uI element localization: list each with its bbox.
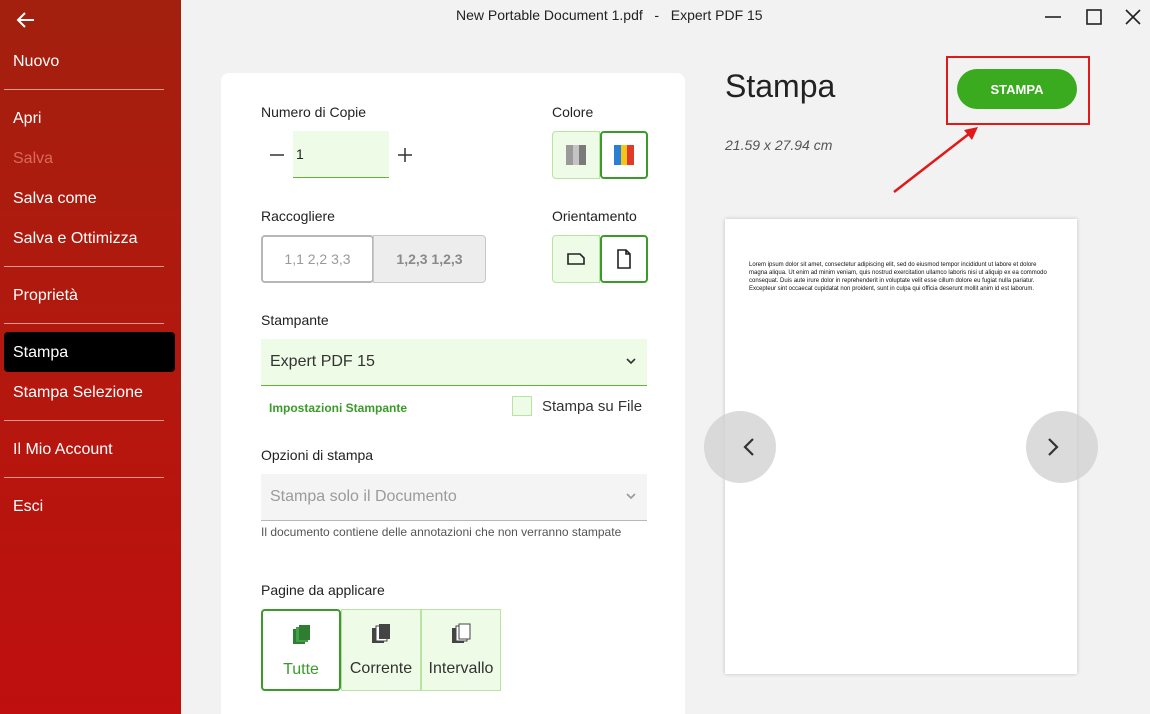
- grayscale-icon: [566, 145, 586, 165]
- portrait-button[interactable]: [600, 235, 648, 283]
- sidebar-item-account[interactable]: Il Mio Account: [13, 441, 113, 459]
- portrait-icon: [617, 249, 631, 269]
- sidebar-item-stampa-selezione[interactable]: Stampa Selezione: [13, 384, 143, 402]
- page-preview: Lorem ipsum dolor sit amet, consectetur …: [725, 219, 1077, 674]
- printer-label: Stampante: [261, 312, 329, 328]
- printer-select[interactable]: Expert PDF 15: [261, 339, 647, 386]
- pages-range-label: Intervallo: [428, 660, 494, 677]
- copies-input[interactable]: [293, 131, 389, 178]
- maximize-icon[interactable]: [1085, 8, 1103, 26]
- window-title: New Portable Document 1.pdf - Expert PDF…: [456, 7, 763, 23]
- color-label: Colore: [552, 104, 594, 120]
- pages-toggle: Tutte Corrente Intervallo: [261, 609, 501, 691]
- print-options-select[interactable]: Stampa solo il Documento: [261, 474, 647, 521]
- printer-settings-link[interactable]: Impostazioni Stampante: [269, 401, 407, 415]
- orientation-label: Orientamento: [552, 208, 637, 224]
- sidebar-item-nuovo[interactable]: Nuovo: [13, 53, 59, 71]
- chevron-right-icon: [1048, 438, 1059, 456]
- collate-toggle: 1,1 2,2 3,3 1,2,3 1,2,3: [261, 235, 486, 283]
- color-toggle: [552, 131, 648, 179]
- pages-range-icon: [452, 623, 471, 643]
- grayscale-button[interactable]: [552, 131, 600, 179]
- sidebar-divider: [4, 266, 164, 267]
- collate-option-uncollated[interactable]: 1,1 2,2 3,3: [261, 235, 374, 283]
- print-to-file-label: Stampa su File: [542, 398, 643, 415]
- sidebar-divider: [4, 89, 164, 90]
- chevron-left-icon: [743, 438, 754, 456]
- sidebar-item-proprieta[interactable]: Proprietà: [13, 287, 78, 305]
- sidebar-item-esci[interactable]: Esci: [13, 498, 43, 516]
- paper-size: 21.59 x 27.94 cm: [725, 137, 833, 153]
- print-options-label: Opzioni di stampa: [261, 447, 374, 463]
- sidebar-item-apri[interactable]: Apri: [13, 110, 41, 128]
- sidebar-item-stampa[interactable]: Stampa: [13, 344, 68, 362]
- sidebar-divider: [4, 323, 164, 324]
- sidebar-item-salva-ottimizza[interactable]: Salva e Ottimizza: [13, 230, 137, 248]
- chevron-down-icon: [626, 358, 636, 365]
- sidebar-divider: [4, 477, 164, 478]
- pages-all-button[interactable]: Tutte: [261, 609, 341, 691]
- minimize-icon[interactable]: [1044, 8, 1062, 26]
- collate-option-collated[interactable]: 1,2,3 1,2,3: [373, 235, 486, 283]
- pages-current-label: Corrente: [349, 660, 413, 677]
- plus-icon[interactable]: [397, 147, 413, 163]
- landscape-icon: [567, 253, 585, 265]
- print-to-file-checkbox[interactable]: [512, 396, 532, 416]
- printer-select-value: Expert PDF 15: [270, 353, 375, 370]
- pages-current-button[interactable]: Corrente: [341, 609, 421, 691]
- pages-current-icon: [372, 624, 390, 643]
- sidebar-divider: [4, 420, 164, 421]
- previous-page-button[interactable]: [704, 411, 776, 483]
- page-preview-text: Lorem ipsum dolor sit amet, consectetur …: [749, 262, 1047, 292]
- back-arrow-icon[interactable]: [14, 8, 38, 32]
- copies-label: Numero di Copie: [261, 104, 367, 120]
- pages-label: Pagine da applicare: [261, 582, 385, 598]
- minus-icon[interactable]: [269, 147, 285, 163]
- chevron-down-icon: [626, 493, 636, 500]
- landscape-button[interactable]: [552, 235, 600, 283]
- orientation-toggle: [552, 235, 648, 283]
- print-button[interactable]: STAMPA: [957, 69, 1077, 109]
- pages-range-button[interactable]: Intervallo: [421, 609, 501, 691]
- print-options-note: Il documento contiene delle annotazioni …: [261, 525, 622, 539]
- color-button[interactable]: [600, 131, 648, 179]
- color-icon: [614, 145, 634, 165]
- sidebar: Nuovo Apri Salva Salva come Salva e Otti…: [0, 0, 181, 714]
- close-icon[interactable]: [1124, 8, 1142, 26]
- pages-all-icon: [293, 625, 310, 644]
- sidebar-item-salva: Salva: [13, 150, 54, 167]
- collate-label: Raccogliere: [261, 208, 335, 224]
- title-bar: New Portable Document 1.pdf - Expert PDF…: [181, 0, 1150, 30]
- next-page-button[interactable]: [1026, 411, 1098, 483]
- print-settings-panel: Numero di Copie Colore Raccogliere 1,1 2…: [221, 73, 685, 714]
- print-options-value: Stampa solo il Documento: [270, 488, 457, 505]
- preview-title: Stampa: [725, 68, 836, 104]
- pages-all-label: Tutte: [283, 661, 319, 678]
- sidebar-item-salva-come[interactable]: Salva come: [13, 190, 97, 208]
- annotation-arrow: [893, 127, 978, 193]
